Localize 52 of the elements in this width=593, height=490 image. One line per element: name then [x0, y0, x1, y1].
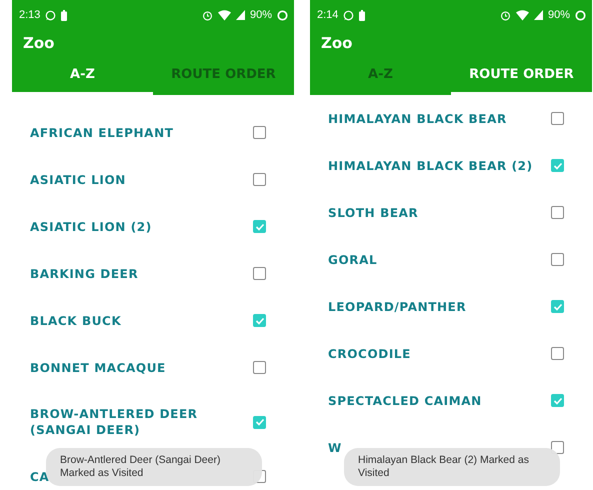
status-time: 2:14	[317, 9, 338, 21]
animal-name: HIMALAYAN BLACK BEAR (2)	[328, 158, 533, 174]
tab[interactable]: A-Z	[12, 57, 153, 95]
checkbox[interactable]	[551, 347, 564, 360]
animal-name: BLACK BUCK	[30, 312, 122, 328]
animal-name: GORAL	[328, 252, 378, 268]
checkbox[interactable]	[253, 173, 266, 186]
animal-name: AFRICAN ELEPHANT	[30, 124, 174, 140]
animal-name: BROW-ANTLERED DEER (SANGAI DEER)	[30, 406, 199, 438]
checkbox[interactable]	[551, 253, 564, 266]
checkbox[interactable]	[253, 416, 266, 428]
checkbox[interactable]	[253, 267, 266, 280]
battery-percent: 90%	[250, 9, 272, 21]
animal-name: CROCODILE	[328, 346, 411, 362]
checkbox[interactable]	[253, 126, 266, 139]
checkbox[interactable]	[551, 394, 564, 407]
checkbox[interactable]	[551, 300, 564, 313]
checkbox[interactable]	[253, 361, 266, 374]
animal-name: SLOTH BEAR	[328, 204, 418, 220]
tab[interactable]: ROUTE ORDER	[451, 57, 592, 95]
animal-name: SPECTACLED CAIMAN	[328, 392, 482, 408]
animal-name: ASIATIC LION	[30, 172, 126, 188]
checkbox[interactable]	[551, 206, 564, 219]
checkbox[interactable]	[551, 159, 564, 172]
animal-name: BARKING DEER	[30, 266, 138, 282]
checkbox[interactable]	[253, 314, 266, 327]
alarm-icon	[202, 10, 213, 20]
animal-name: W	[328, 440, 342, 456]
signal-icon	[236, 10, 245, 20]
app-title: Zoo	[320, 33, 354, 54]
battery-icon	[61, 10, 68, 20]
app-title: Zoo	[22, 33, 56, 54]
wifi-icon	[218, 10, 231, 20]
alarm-icon	[500, 10, 511, 20]
battery-ring-icon	[575, 10, 586, 20]
tab[interactable]: ROUTE ORDER	[153, 57, 294, 95]
checkbox[interactable]	[551, 112, 564, 125]
wifi-icon	[516, 10, 529, 20]
animal-name: HIMALAYAN BLACK BEAR	[328, 110, 507, 126]
visited-toast: Himalayan Black Bear (2) Marked as Visited	[344, 448, 560, 486]
animal-name: LEOPARD/PANTHER	[328, 298, 466, 314]
battery-ring-icon	[277, 10, 288, 20]
chat-icon	[45, 10, 56, 20]
signal-icon	[534, 10, 543, 20]
battery-icon	[359, 10, 366, 20]
animal-name: BONNET MACAQUE	[30, 360, 166, 376]
status-time: 2:13	[19, 9, 40, 21]
chat-icon	[343, 10, 354, 20]
battery-percent: 90%	[548, 9, 570, 21]
tab[interactable]: A-Z	[310, 57, 451, 95]
animal-name: ASIATIC LION (2)	[30, 218, 152, 234]
checkbox[interactable]	[253, 220, 266, 233]
